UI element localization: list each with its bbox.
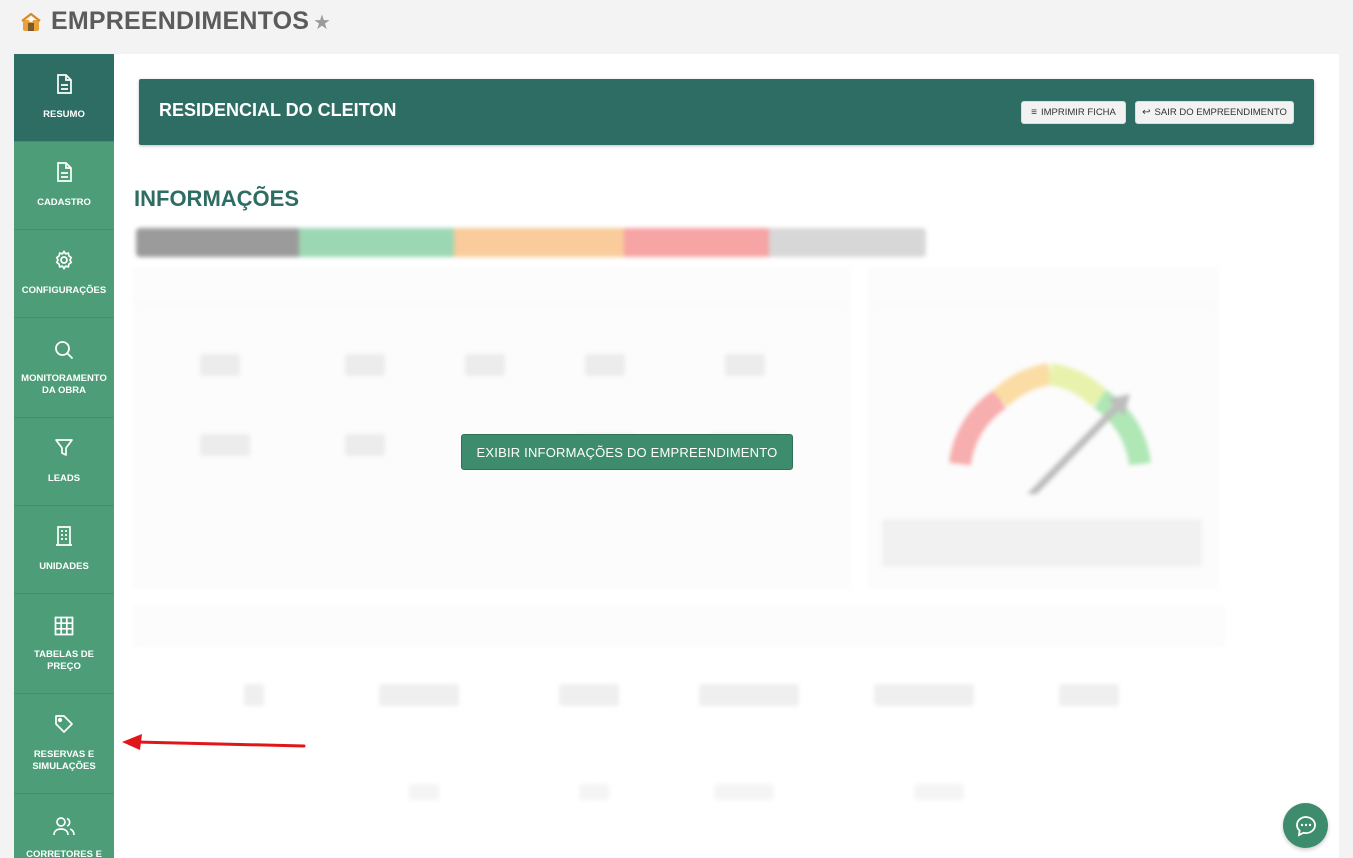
red-annotation-arrow — [122, 734, 306, 750]
print-button-label: IMPRIMIR FICHA — [1040, 107, 1116, 118]
legend-segment — [624, 228, 769, 257]
funnel-icon — [14, 438, 114, 458]
sidebar-item-tabelas-de-preco[interactable]: TABELAS DE PREÇO — [14, 594, 114, 694]
gear-icon — [14, 250, 114, 270]
chat-bubble-icon — [1295, 815, 1316, 837]
card-header — [135, 269, 848, 303]
legend-segment — [454, 228, 624, 257]
sidebar-item-cadastro[interactable]: CADASTRO — [14, 142, 114, 230]
sidebar-item-label: LEADS — [47, 473, 81, 484]
top-header: EMPREENDIMENTOS ★ — [0, 0, 1353, 44]
tag-icon — [14, 714, 114, 734]
card-header — [870, 269, 1216, 303]
sidebar-item-label: CONFIGURAÇÕES — [21, 285, 107, 296]
exit-button-label: SAIR DO EMPREENDIMENTO — [1154, 107, 1287, 118]
legend-segment — [136, 228, 299, 257]
search-icon — [14, 340, 114, 360]
sidebar-item-label: CADASTRO — [37, 197, 91, 208]
document-icon — [14, 162, 114, 182]
sidebar-item-corretores[interactable]: CORRETORES E — [14, 794, 114, 858]
users-icon — [14, 816, 114, 836]
print-button[interactable]: ≡ IMPRIMIR FICHA — [1021, 101, 1126, 124]
gauge-chart — [949, 363, 1151, 494]
legend-segment — [299, 228, 454, 257]
info-card-header — [134, 606, 1224, 646]
sidebar-item-reservas-e-simulacoes[interactable]: RESERVAS E SIMULAÇÕES — [14, 694, 114, 794]
numbers-card — [134, 268, 849, 588]
section-title: INFORMAÇÕES — [134, 186, 299, 211]
sidebar-item-monitoramento[interactable]: MONITORAMENTO DA OBRA — [14, 318, 114, 418]
project-title: RESIDENCIAL DO CLEITON — [159, 100, 397, 120]
list-icon: ≡ — [1031, 107, 1037, 118]
sales-card — [869, 268, 1217, 588]
sidebar-item-label: TABELAS DE PREÇO — [34, 649, 94, 672]
chat-button[interactable] — [1283, 803, 1328, 848]
sidebar-item-configuracoes[interactable]: CONFIGURAÇÕES — [14, 230, 114, 318]
sidebar-item-label: MONITORAMENTO DA OBRA — [21, 373, 107, 396]
building-logo-icon — [21, 12, 41, 31]
exit-project-button[interactable]: ↩ SAIR DO EMPREENDIMENTO — [1135, 101, 1294, 124]
star-icon[interactable]: ★ — [313, 10, 331, 35]
sidebar-item-unidades[interactable]: UNIDADES — [14, 506, 114, 594]
reply-arrow-icon: ↩ — [1142, 107, 1151, 118]
legend-segment — [769, 228, 926, 257]
status-legend-bar — [136, 228, 926, 257]
sidebar-nav: RESUMO CADASTRO CONFIGURAÇÕES MONITORAME… — [14, 54, 114, 858]
show-project-info-button[interactable]: EXIBIR INFORMAÇÕES DO EMPREENDIMENTO — [461, 434, 793, 470]
sidebar-item-label: UNIDADES — [39, 561, 89, 572]
sidebar-item-label: RESUMO — [43, 109, 85, 120]
sidebar-item-resumo[interactable]: RESUMO — [14, 54, 114, 142]
sidebar-item-leads[interactable]: LEADS — [14, 418, 114, 506]
building-icon — [14, 526, 114, 546]
grid-icon — [14, 616, 114, 636]
sidebar-item-label: CORRETORES E — [26, 849, 102, 858]
project-banner: RESIDENCIAL DO CLEITON ≡ IMPRIMIR FICHA … — [139, 79, 1314, 145]
page-title: EMPREENDIMENTOS — [51, 7, 310, 35]
blurred-content — [114, 224, 1339, 858]
document-icon — [14, 74, 114, 94]
sidebar-item-label: RESERVAS E SIMULAÇÕES — [32, 749, 96, 772]
